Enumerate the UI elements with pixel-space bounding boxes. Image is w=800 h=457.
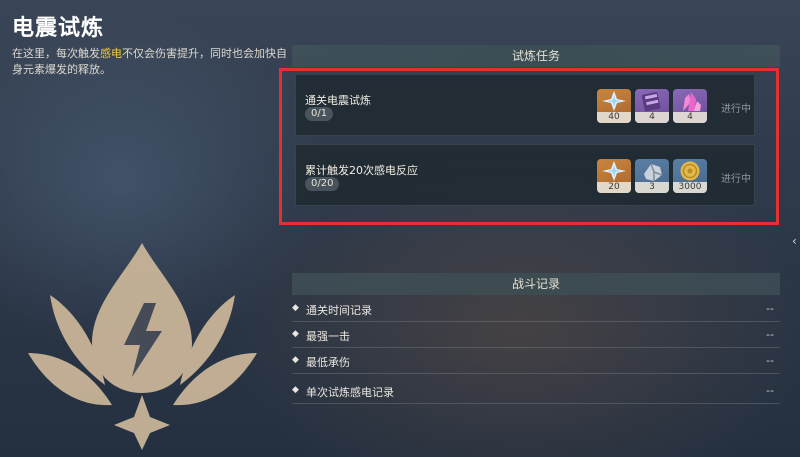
record-label: 最低承伤 bbox=[306, 356, 350, 369]
reward-quantity: 4 bbox=[635, 112, 669, 123]
record-label: 通关时间记录 bbox=[306, 304, 372, 317]
mission-progress: 0/1 bbox=[305, 107, 334, 121]
mission-progress: 0/20 bbox=[305, 177, 340, 191]
enhancement-ore-icon bbox=[644, 163, 663, 181]
reward-quantity: 3 bbox=[635, 182, 669, 193]
reward-quantity: 20 bbox=[597, 182, 631, 193]
reward-item[interactable]: 20 bbox=[597, 159, 631, 193]
crystal-ore-icon bbox=[683, 92, 701, 111]
record-row: ◆ 最低承伤 -- bbox=[292, 350, 780, 374]
chevron-left-icon[interactable]: ‹ bbox=[792, 232, 800, 250]
diamond-bullet-icon: ◆ bbox=[292, 385, 299, 395]
primogem-icon bbox=[602, 161, 626, 181]
mission-name: 通关电震试炼 bbox=[305, 94, 371, 107]
record-row: ◆ 单次试炼感电记录 -- bbox=[292, 380, 780, 404]
description-text-start: 在这里，每次触发 bbox=[12, 47, 100, 60]
page-title: 电震试炼 bbox=[12, 16, 105, 41]
mission-status: 进行中 bbox=[721, 174, 751, 185]
reward-item[interactable]: 4 bbox=[635, 89, 669, 123]
mission-row[interactable]: 累计触发20次感电反应 0/20 20 3 3000 进行中 bbox=[295, 144, 755, 206]
reward-item[interactable]: 3000 bbox=[673, 159, 707, 193]
mission-status: 进行中 bbox=[721, 104, 751, 115]
primogem-icon bbox=[602, 91, 626, 111]
record-label: 最强一击 bbox=[306, 330, 350, 343]
reward-item[interactable]: 40 bbox=[597, 89, 631, 123]
mission-name: 累计触发20次感电反应 bbox=[305, 164, 418, 177]
record-value: -- bbox=[766, 302, 774, 315]
reward-item[interactable]: 3 bbox=[635, 159, 669, 193]
diamond-bullet-icon: ◆ bbox=[292, 303, 299, 313]
mission-row[interactable]: 通关电震试炼 0/1 40 4 4 进行中 bbox=[295, 74, 755, 136]
diamond-bullet-icon: ◆ bbox=[292, 355, 299, 365]
record-row: ◆ 最强一击 -- bbox=[292, 324, 780, 348]
reward-item[interactable]: 4 bbox=[673, 89, 707, 123]
purple-material-icon bbox=[641, 92, 661, 112]
record-row: ◆ 通关时间记录 -- bbox=[292, 298, 780, 322]
electro-emblem-icon bbox=[28, 243, 257, 450]
battle-records-header: 战斗记录 bbox=[292, 273, 780, 295]
missions-header: 试炼任务 bbox=[292, 45, 780, 67]
record-value: -- bbox=[766, 384, 774, 397]
record-label: 单次试炼感电记录 bbox=[306, 386, 394, 399]
mora-coin-icon bbox=[680, 161, 700, 181]
description-highlight: 感电 bbox=[100, 47, 122, 60]
reward-quantity: 3000 bbox=[673, 182, 707, 193]
trial-description: 在这里，每次触发感电不仅会伤害提升，同时也会加快自身元素爆发的释放。 bbox=[12, 46, 292, 78]
reward-quantity: 40 bbox=[597, 112, 631, 123]
reward-quantity: 4 bbox=[673, 112, 707, 123]
record-value: -- bbox=[766, 328, 774, 341]
record-value: -- bbox=[766, 354, 774, 367]
diamond-bullet-icon: ◆ bbox=[292, 329, 299, 339]
